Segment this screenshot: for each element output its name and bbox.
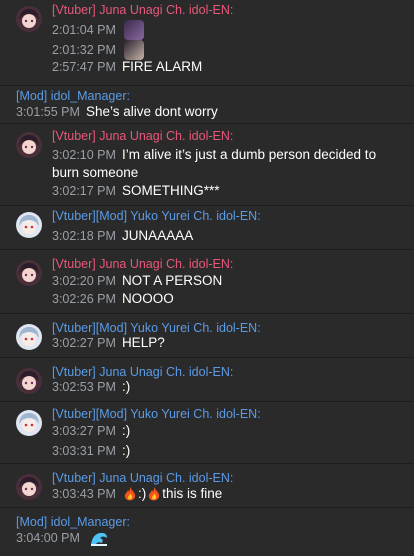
- chat-message: 3:02:53 PM:): [52, 378, 130, 396]
- message-group: [Mod] idol_Manager: 3:01:55 PM She’s aliv…: [0, 86, 414, 124]
- chat-message: 3:02:10 PM I’m alive it’s just a dumb per…: [52, 146, 402, 182]
- chat-message: 3:02:27 PM HELP?: [52, 334, 165, 352]
- message-text: :): [121, 379, 131, 394]
- chat-message: 2:57:47 PM FIRE ALARM: [52, 58, 202, 76]
- message-text: FIRE ALARM: [121, 59, 203, 74]
- emote-image: [123, 20, 144, 40]
- timestamp: 3:04:00 PM: [16, 531, 80, 545]
- fire-emoji-icon: [124, 486, 136, 501]
- message-text: :): [121, 423, 131, 438]
- chat-message: 2:01:32 PM: [52, 40, 144, 60]
- chat-message: 3:02:17 PM SOMETHING***: [52, 182, 219, 200]
- message-text: HELP?: [121, 335, 165, 350]
- author-name[interactable]: [Vtuber] Juna Unagi Ch. idol-EN:: [52, 257, 233, 272]
- chat-message: 3:02:20 PM NOT A PERSON: [52, 272, 222, 290]
- juna-avatar[interactable]: [16, 474, 42, 500]
- juna-avatar[interactable]: [16, 132, 42, 158]
- juna-avatar[interactable]: [16, 368, 42, 394]
- message-text: :): [121, 443, 131, 458]
- chat-message: 3:04:00 PM: [16, 529, 108, 547]
- author-name[interactable]: [Vtuber] Juna Unagi Ch. idol-EN:: [52, 129, 233, 144]
- chat-message: 2:01:04 PM: [52, 20, 144, 40]
- message-group: [Vtuber][Mod] Yuko Yurei Ch. idol-EN: 3:…: [0, 318, 414, 358]
- author-name[interactable]: [Mod] idol_Manager:: [16, 89, 130, 104]
- timestamp: 3:03:27 PM: [52, 424, 116, 438]
- fire-emoji-icon: [148, 486, 160, 501]
- timestamp: 3:02:10 PM: [52, 148, 116, 162]
- chat-log: [Vtuber] Juna Unagi Ch. idol-EN: 2:01:04…: [0, 0, 414, 556]
- message-group: [Vtuber] Juna Unagi Ch. idol-EN: 3:02:20…: [0, 254, 414, 314]
- juna-avatar[interactable]: [16, 260, 42, 286]
- chat-message: 3:01:55 PM She’s alive dont worry: [16, 103, 218, 121]
- chat-message: 3:03:43 PM:) this is fine: [52, 485, 222, 503]
- timestamp: 3:03:43 PM: [52, 487, 116, 501]
- chat-message: 3:03:27 PM:): [52, 422, 130, 440]
- message-text: NOT A PERSON: [121, 273, 223, 288]
- yuko-avatar[interactable]: [16, 324, 42, 350]
- timestamp: 2:57:47 PM: [52, 60, 116, 74]
- message-group: [Vtuber][Mod] Yuko Yurei Ch. idol-EN: 3:…: [0, 206, 414, 250]
- chat-message: 3:02:26 PM NOOOO: [52, 290, 174, 308]
- message-group: [Vtuber] Juna Unagi Ch. idol-EN: 3:03:43…: [0, 468, 414, 508]
- author-name[interactable]: [Mod] idol_Manager:: [16, 515, 130, 530]
- emote-image: [123, 40, 144, 60]
- juna-avatar[interactable]: [16, 6, 42, 32]
- chat-message: 3:02:18 PM JUNAAAAA: [52, 227, 193, 245]
- author-name[interactable]: [Vtuber][Mod] Yuko Yurei Ch. idol-EN:: [52, 209, 261, 224]
- message-text: SOMETHING***: [121, 183, 220, 198]
- timestamp: 2:01:32 PM: [52, 42, 116, 57]
- message-text: JUNAAAAA: [121, 228, 194, 243]
- message-text: NOOOO: [121, 291, 174, 306]
- timestamp: 3:02:53 PM: [52, 380, 116, 394]
- timestamp: 3:02:18 PM: [52, 229, 116, 243]
- message-text: :): [137, 486, 147, 501]
- author-name[interactable]: [Vtuber][Mod] Yuko Yurei Ch. idol-EN:: [52, 407, 261, 422]
- timestamp: 3:02:17 PM: [52, 184, 116, 198]
- timestamp: 2:01:04 PM: [52, 22, 116, 37]
- wave-emoji-icon: [90, 532, 107, 546]
- message-group: [Mod] idol_Manager: 3:04:00 PM: [0, 512, 414, 556]
- chat-message: 3:03:31 PM:): [52, 442, 130, 460]
- timestamp: 3:02:27 PM: [52, 336, 116, 350]
- timestamp: 3:02:26 PM: [52, 292, 116, 306]
- message-text: She’s alive dont worry: [85, 104, 218, 119]
- message-group: [Vtuber] Juna Unagi Ch. idol-EN: 3:02:10…: [0, 126, 414, 206]
- author-name[interactable]: [Vtuber] Juna Unagi Ch. idol-EN:: [52, 3, 233, 18]
- timestamp: 3:03:31 PM: [52, 444, 116, 458]
- timestamp: 3:01:55 PM: [16, 105, 80, 119]
- yuko-avatar[interactable]: [16, 410, 42, 436]
- message-group: [Vtuber] Juna Unagi Ch. idol-EN: 2:01:04…: [0, 0, 414, 86]
- message-text: this is fine: [162, 486, 223, 501]
- yuko-avatar[interactable]: [16, 212, 42, 238]
- message-group: [Vtuber] Juna Unagi Ch. idol-EN: 3:02:53…: [0, 362, 414, 402]
- timestamp: 3:02:20 PM: [52, 274, 116, 288]
- author-name[interactable]: [Vtuber] Juna Unagi Ch. idol-EN:: [52, 471, 233, 486]
- message-group: [Vtuber][Mod] Yuko Yurei Ch. idol-EN: 3:…: [0, 404, 414, 464]
